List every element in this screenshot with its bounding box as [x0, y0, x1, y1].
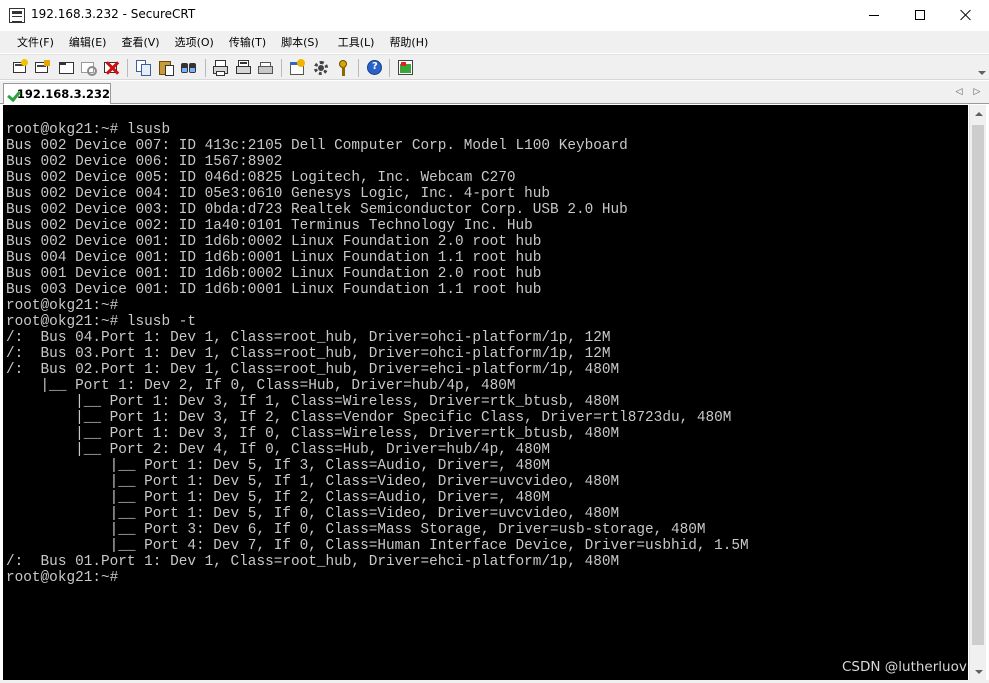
terminal-line: |__ Port 3: Dev 6, If 0, Class=Mass Stor… [6, 522, 706, 538]
terminal-line: |__ Port 2: Dev 4, If 0, Class=Hub, Driv… [6, 442, 551, 458]
print-setup-icon[interactable] [257, 59, 275, 77]
print-selection-icon[interactable] [235, 59, 253, 77]
menu-help[interactable]: 帮助(H) [381, 32, 435, 52]
terminal-line: |__ Port 1: Dev 5, If 2, Class=Audio, Dr… [6, 490, 551, 506]
terminal-line: Bus 002 Device 005: ID 046d:0825 Logitec… [6, 170, 516, 186]
terminal-line: |__ Port 4: Dev 7, If 0, Class=Human Int… [6, 538, 749, 554]
terminal-line: /: Bus 02.Port 1: Dev 1, Class=root_hub,… [6, 362, 620, 378]
terminal-line: root@okg21:~# lsusb -t [6, 314, 196, 330]
terminal-line: Bus 002 Device 007: ID 413c:2105 Dell Co… [6, 138, 628, 154]
terminal-line: Bus 003 Device 001: ID 1d6b:0001 Linux F… [6, 282, 542, 298]
menu-file[interactable]: 文件(F) [9, 32, 61, 52]
menu-tools[interactable]: 工具(L) [330, 32, 382, 52]
keymap-icon[interactable] [335, 59, 353, 77]
terminal-line: Bus 002 Device 006: ID 1567:8902 [6, 154, 283, 170]
watermark: CSDN @lutherluov [842, 659, 967, 675]
find-icon[interactable] [180, 59, 198, 77]
tab-scroll-right-button[interactable]: ▷ [972, 87, 982, 97]
toolbar-overflow-chevron[interactable] [978, 71, 986, 77]
global-options-icon[interactable] [312, 59, 330, 77]
menu-script[interactable]: 脚本(S) [273, 32, 326, 52]
terminal-line: Bus 002 Device 002: ID 1a40:0101 Terminu… [6, 218, 533, 234]
chevron-down-icon [978, 71, 986, 75]
terminal-line: root@okg21:~# [6, 570, 119, 586]
terminal-output[interactable]: root@okg21:~# lsusb Bus 002 Device 007: I… [3, 105, 968, 680]
maximize-icon [915, 10, 925, 20]
securecrt-app-icon[interactable] [9, 8, 25, 23]
chevron-left-icon: ◁ [955, 87, 963, 97]
chevron-down-icon [974, 669, 983, 674]
toolbar: ? [0, 54, 989, 80]
tab-scroll-left-button[interactable]: ◁ [954, 87, 964, 97]
menu-options[interactable]: 选项(O) [167, 32, 221, 52]
about-icon[interactable] [397, 59, 415, 77]
session-tab[interactable]: 192.168.3.232 [3, 83, 111, 104]
reconnect-icon[interactable] [80, 59, 98, 77]
minimize-icon [869, 14, 879, 16]
disconnect-icon[interactable] [103, 59, 121, 77]
scroll-up-button[interactable] [970, 105, 987, 122]
terminal-line: |__ Port 1: Dev 2, If 0, Class=Hub, Driv… [6, 378, 516, 394]
vertical-scrollbar[interactable] [969, 105, 986, 680]
session-options-icon[interactable] [289, 59, 307, 77]
session-tab-label: 192.168.3.232 [16, 87, 110, 101]
terminal-line: |__ Port 1: Dev 3, If 1, Class=Wireless,… [6, 394, 620, 410]
session-tab-bar: 192.168.3.232 ◁ ▷ [0, 81, 989, 104]
check-icon [9, 88, 12, 100]
scroll-down-button[interactable] [970, 663, 987, 680]
chevron-up-icon [974, 111, 983, 116]
terminal-line: Bus 001 Device 001: ID 1d6b:0002 Linux F… [6, 266, 542, 282]
minimize-button[interactable] [851, 0, 897, 30]
maximize-button[interactable] [897, 0, 943, 30]
terminal-line: |__ Port 1: Dev 3, If 2, Class=Vendor Sp… [6, 410, 732, 426]
copy-icon[interactable] [135, 59, 153, 77]
terminal-line: |__ Port 1: Dev 5, If 1, Class=Video, Dr… [6, 474, 620, 490]
paste-icon[interactable] [158, 59, 176, 77]
menu-transfer[interactable]: 传输(T) [221, 32, 273, 52]
connect-tab-icon[interactable] [58, 59, 76, 77]
window-title: 192.168.3.232 - SecureCRT [31, 7, 196, 21]
terminal-line: Bus 002 Device 004: ID 05e3:0610 Genesys… [6, 186, 551, 202]
connect-icon[interactable] [12, 59, 30, 77]
terminal-line: Bus 002 Device 001: ID 1d6b:0002 Linux F… [6, 234, 542, 250]
terminal-line: /: Bus 01.Port 1: Dev 1, Class=root_hub,… [6, 554, 620, 570]
quick-connect-icon[interactable] [34, 59, 52, 77]
title-bar[interactable]: 192.168.3.232 - SecureCRT [0, 0, 989, 31]
chevron-right-icon: ▷ [973, 87, 981, 97]
terminal-line: Bus 002 Device 003: ID 0bda:d723 Realtek… [6, 202, 628, 218]
terminal-line: root@okg21:~# [6, 298, 119, 314]
menu-view[interactable]: 查看(V) [113, 32, 166, 52]
menu-bar: 文件(F) 编辑(E) 查看(V) 选项(O) 传输(T) 脚本(S) 工具(L… [0, 31, 989, 53]
terminal-line: Bus 004 Device 001: ID 1d6b:0001 Linux F… [6, 250, 542, 266]
terminal-line: /: Bus 03.Port 1: Dev 1, Class=root_hub,… [6, 346, 611, 362]
close-button[interactable] [943, 0, 989, 30]
terminal-line: root@okg21:~# lsusb [6, 122, 171, 138]
terminal-line: |__ Port 1: Dev 5, If 3, Class=Audio, Dr… [6, 458, 551, 474]
print-icon[interactable] [212, 59, 230, 77]
terminal-line: |__ Port 1: Dev 5, If 0, Class=Video, Dr… [6, 506, 620, 522]
terminal-line: |__ Port 1: Dev 3, If 0, Class=Wireless,… [6, 426, 620, 442]
menu-edit[interactable]: 编辑(E) [61, 32, 114, 52]
scrollbar-thumb[interactable] [972, 125, 984, 645]
terminal-line: /: Bus 04.Port 1: Dev 1, Class=root_hub,… [6, 330, 611, 346]
help-icon[interactable]: ? [366, 59, 384, 77]
close-icon [960, 9, 972, 21]
